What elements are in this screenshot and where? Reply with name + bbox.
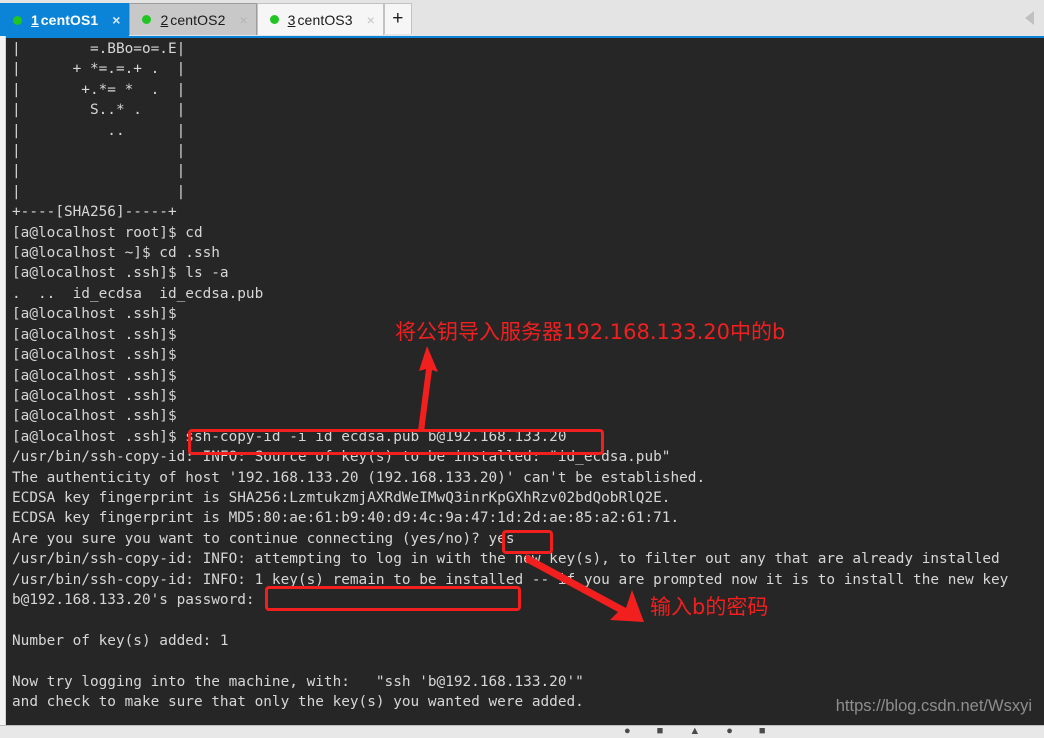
annotation-arrow-down-right	[526, 554, 644, 622]
tab-number: 1	[31, 12, 39, 28]
status-item-1: ●	[624, 725, 631, 737]
tab-number: 3	[287, 11, 296, 28]
terminal-output-text: | =.BBo=o=.E| | + *=.=.+ . | | +.*= * . …	[12, 41, 1009, 710]
status-dot-green-icon	[13, 15, 22, 25]
terminal-panel: | =.BBo=o=.E| | + *=.=.+ . | | +.*= * . …	[0, 36, 1044, 726]
close-icon[interactable]: ×	[112, 13, 120, 27]
tab-number: 2	[160, 11, 169, 28]
tab-centos3[interactable]: 3 centOS3 ×	[256, 3, 384, 35]
tab-label: centOS3	[297, 11, 353, 28]
tab-centos1[interactable]: 1 centOS1 ×	[0, 3, 130, 36]
status-dot-green-icon	[142, 15, 152, 24]
new-tab-button[interactable]: +	[383, 3, 412, 34]
annotation-password-note: 输入b的密码	[650, 595, 769, 619]
chevron-left-icon[interactable]	[1025, 11, 1034, 25]
status-item-5: ■	[758, 725, 766, 737]
terminal-application-window: 1 centOS1 × 2 centOS2 × 3 centOS3 × + | …	[0, 0, 1044, 738]
terminal-screen[interactable]: | =.BBo=o=.E| | + *=.=.+ . | | +.*= * . …	[6, 36, 1044, 726]
status-bar-items: ● ■ ▲ ● ■	[0, 726, 1044, 737]
tab-bar-empty-area	[411, 0, 1044, 36]
status-dot-green-icon	[269, 15, 279, 24]
tab-label: centOS2	[170, 11, 226, 28]
status-bar: ● ■ ▲ ● ■	[0, 725, 1044, 738]
active-tab-underline	[6, 36, 1044, 38]
tab-label: centOS1	[40, 12, 99, 28]
close-icon[interactable]: ×	[239, 13, 247, 27]
annotation-arrow-up	[418, 346, 438, 432]
status-item-3: ▲	[689, 725, 701, 737]
status-item-4: ●	[726, 725, 733, 737]
close-icon[interactable]: ×	[367, 13, 375, 27]
tab-bar: 1 centOS1 × 2 centOS2 × 3 centOS3 × +	[0, 0, 1044, 36]
watermark-url: https://blog.csdn.net/Wsxyi	[835, 697, 1032, 715]
status-item-2: ■	[656, 725, 664, 737]
annotation-command-note: 将公钥导入服务器192.168.133.20中的b	[395, 320, 786, 344]
tab-centos2[interactable]: 2 centOS2 ×	[129, 3, 257, 35]
